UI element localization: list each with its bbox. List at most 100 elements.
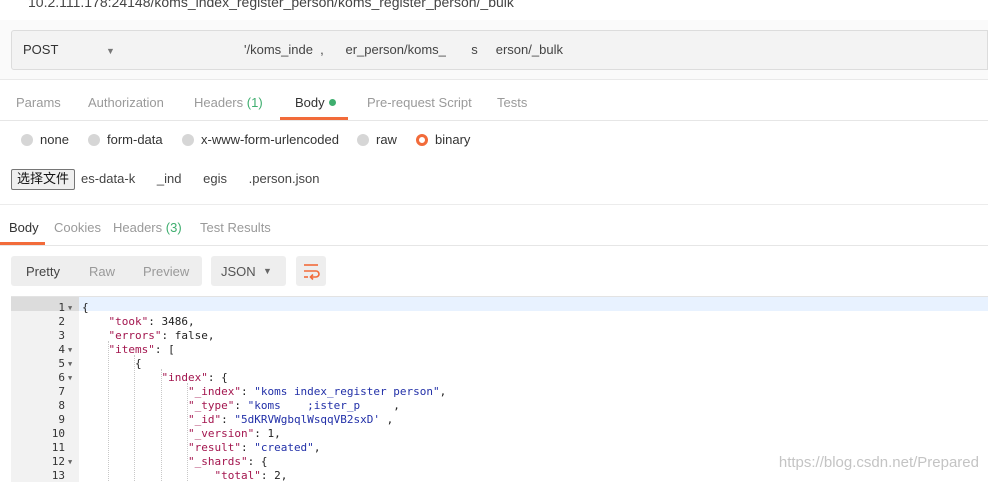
code-text: "index": { bbox=[82, 371, 228, 385]
code-token: false bbox=[174, 329, 208, 342]
tab-response-headers[interactable]: Headers (3) bbox=[113, 210, 182, 245]
line-number: 12 bbox=[51, 455, 65, 468]
code-token: , bbox=[313, 441, 321, 454]
tab-label: Body bbox=[9, 220, 39, 235]
radio-none[interactable]: none bbox=[21, 132, 69, 147]
fold-arrow-icon[interactable]: ▼ bbox=[68, 455, 72, 469]
tab-response-body[interactable]: Body bbox=[0, 210, 45, 245]
fold-arrow-icon[interactable]: ▼ bbox=[68, 357, 72, 371]
tab-label: Tests bbox=[497, 95, 528, 110]
code-token: , bbox=[188, 315, 195, 328]
radio-label: form-data bbox=[107, 132, 163, 147]
fold-arrow-icon[interactable]: ▼ bbox=[68, 371, 72, 385]
line-number: 10 bbox=[51, 427, 65, 440]
code-text: { bbox=[82, 301, 89, 315]
code-text: "items": [ bbox=[82, 343, 175, 357]
code-token: , bbox=[274, 427, 281, 440]
code-text: "_version": 1, bbox=[82, 427, 281, 441]
file-name: es-data-k _ind egis .person.json bbox=[81, 171, 320, 186]
code-token: "_version" bbox=[187, 427, 255, 440]
response-tabs: Body Cookies Headers (3) Test Results bbox=[0, 210, 988, 246]
code-text: "_index": "koms index_register person", bbox=[82, 385, 446, 399]
body-type-options: none form-data x-www-form-urlencoded raw… bbox=[0, 129, 988, 153]
radio-binary[interactable]: binary bbox=[416, 132, 470, 147]
tab-body[interactable]: Body bbox=[280, 85, 348, 120]
code-text: "errors": false, bbox=[82, 329, 215, 343]
method-select[interactable]: POST ▼ bbox=[11, 30, 128, 70]
code-token: : { bbox=[207, 371, 228, 384]
code-line: 8 "_type": "koms ;ister_p , bbox=[11, 399, 988, 413]
radio-circle-icon bbox=[182, 133, 194, 146]
code-token: : bbox=[221, 413, 235, 426]
code-text: { bbox=[82, 357, 142, 371]
tab-pre-request-script[interactable]: Pre-request Script bbox=[367, 85, 472, 120]
raw-button[interactable]: Raw bbox=[89, 264, 115, 279]
tab-test-results[interactable]: Test Results bbox=[200, 210, 271, 245]
code-text: "_type": "koms ;ister_p , bbox=[82, 399, 400, 413]
code-line: 5 ▼ { bbox=[11, 357, 988, 371]
chevron-down-icon: ▼ bbox=[263, 266, 272, 276]
code-token: "_shards" bbox=[187, 455, 248, 468]
radio-raw[interactable]: raw bbox=[357, 132, 397, 147]
code-token: { bbox=[82, 301, 89, 314]
tab-count: (3) bbox=[165, 220, 182, 235]
code-token: { bbox=[82, 357, 142, 370]
format-select[interactable]: JSON ▼ bbox=[211, 256, 286, 286]
code-line: 10 "_version": 1, bbox=[11, 427, 988, 441]
url-input[interactable]: '/koms_inde , er_person/koms_ s erson/_b… bbox=[127, 30, 988, 70]
choose-file-button[interactable]: 选择文件 bbox=[11, 169, 75, 190]
code-token: : bbox=[240, 441, 255, 454]
wrap-lines-button[interactable] bbox=[296, 256, 326, 286]
code-token: , bbox=[280, 469, 288, 482]
tab-label: Cookies bbox=[54, 220, 101, 235]
radio-circle-icon bbox=[21, 133, 33, 146]
line-number: 9 bbox=[58, 413, 65, 426]
code-text: "_shards": { bbox=[82, 455, 267, 469]
radio-label: raw bbox=[376, 132, 397, 147]
tab-label: Authorization bbox=[88, 95, 164, 110]
preview-button[interactable]: Preview bbox=[143, 264, 189, 279]
code-token: "_type" bbox=[187, 399, 235, 412]
request-url-bar: POST ▼ '/koms_inde , er_person/koms_ s e… bbox=[0, 20, 988, 80]
fold-arrow-icon[interactable]: ▼ bbox=[68, 301, 72, 315]
radio-form-data[interactable]: form-data bbox=[88, 132, 163, 147]
code-line: 2 "took": 3486, bbox=[11, 315, 988, 329]
line-number: 8 bbox=[58, 399, 65, 412]
tab-label: Headers bbox=[194, 95, 244, 110]
code-token: "koms ;ister_p bbox=[247, 399, 361, 412]
code-text: "total": 2, bbox=[82, 469, 287, 482]
code-token: : bbox=[240, 385, 255, 398]
code-token: "items" bbox=[108, 343, 155, 356]
radio-x-www-form-urlencoded[interactable]: x-www-form-urlencoded bbox=[182, 132, 339, 147]
code-token: : bbox=[254, 427, 268, 440]
tab-cookies[interactable]: Cookies bbox=[54, 210, 101, 245]
tab-authorization[interactable]: Authorization bbox=[88, 85, 164, 120]
radio-label: binary bbox=[435, 132, 471, 147]
code-token: 3486 bbox=[161, 315, 189, 328]
line-number: 11 bbox=[51, 441, 65, 454]
code-line: 11 "result": "created", bbox=[11, 441, 988, 455]
tab-headers[interactable]: Headers (1) bbox=[194, 85, 263, 120]
code-line: 9 "_id": "5dKRVWgbqlWsqqVB2sxD' , bbox=[11, 413, 988, 427]
code-text: "_id": "5dKRVWgbqlWsqqVB2sxD' , bbox=[82, 413, 393, 427]
tab-label: Headers bbox=[113, 220, 163, 235]
fold-arrow-icon[interactable]: ▼ bbox=[68, 343, 72, 357]
line-number: 5 bbox=[58, 357, 65, 370]
method-label: POST bbox=[23, 42, 59, 57]
tab-tests[interactable]: Tests bbox=[497, 85, 527, 120]
wrap-lines-icon bbox=[304, 264, 320, 281]
code-token: : bbox=[161, 329, 175, 342]
pretty-button[interactable]: Pretty bbox=[26, 264, 60, 279]
code-line: 6 ▼ "index": { bbox=[11, 371, 988, 385]
tab-count: (1) bbox=[246, 95, 263, 110]
line-number: 1 bbox=[58, 301, 65, 314]
tab-params[interactable]: Params bbox=[16, 85, 61, 120]
code-token: "_id" bbox=[187, 413, 222, 426]
